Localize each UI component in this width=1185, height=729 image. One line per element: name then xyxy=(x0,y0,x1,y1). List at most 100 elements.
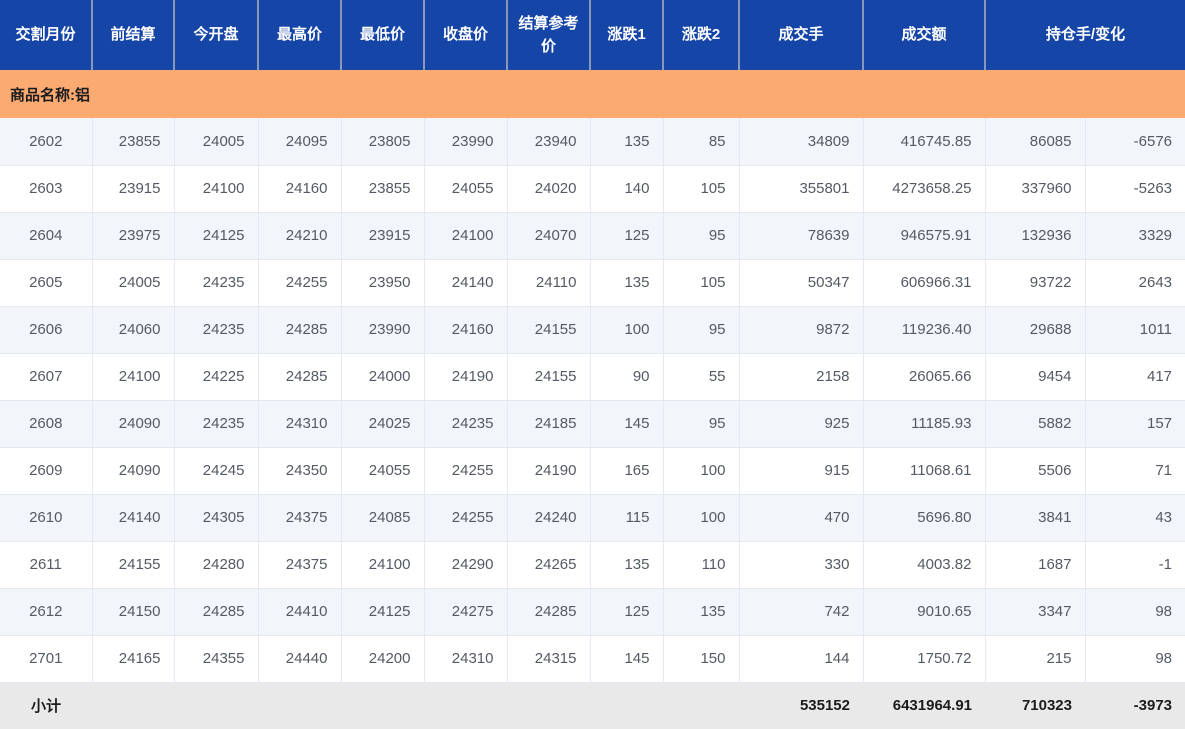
cell-high: 24310 xyxy=(258,400,342,448)
cell-settlement_ref: 23940 xyxy=(507,118,591,166)
column-header-turnover: 成交额 xyxy=(862,0,985,70)
cell-oi_change: 98 xyxy=(1085,635,1185,683)
commodity-group-row: 商品名称:铝 xyxy=(0,70,1185,118)
cell-turnover: 946575.91 xyxy=(863,212,986,260)
subtotal-open-interest: 710323 xyxy=(985,682,1085,729)
header-row: 交割月份 前结算 今开盘 最高价 最低价 收盘价 结算参考价 涨跌1 涨跌2 成… xyxy=(0,0,1185,70)
cell-empty xyxy=(92,682,174,729)
cell-change1: 140 xyxy=(590,165,664,213)
cell-change2: 135 xyxy=(663,588,740,636)
cell-open_interest: 5506 xyxy=(985,447,1086,495)
cell-high: 24375 xyxy=(258,541,342,589)
column-header-high: 最高价 xyxy=(257,0,341,70)
cell-low: 24025 xyxy=(341,400,425,448)
cell-change1: 135 xyxy=(590,259,664,307)
cell-open: 24235 xyxy=(174,400,259,448)
cell-turnover: 416745.85 xyxy=(863,118,986,166)
cell-settlement_ref: 24070 xyxy=(507,212,591,260)
cell-open_interest: 3347 xyxy=(985,588,1086,636)
cell-low: 24000 xyxy=(341,353,425,401)
cell-delivery_month: 2701 xyxy=(0,635,93,683)
column-header-change2: 涨跌2 xyxy=(662,0,739,70)
cell-close: 24255 xyxy=(424,494,508,542)
cell-change2: 85 xyxy=(663,118,740,166)
table-row: 2612 24150 24285 24410 24125 24275 24285 125 135… xyxy=(0,588,1185,636)
cell-open: 24235 xyxy=(174,306,259,354)
table-row: 2602 23855 24005 24095 23805 23990 23940 135 85 3… xyxy=(0,118,1185,166)
cell-change2: 100 xyxy=(663,494,740,542)
subtotal-oi-change: -3973 xyxy=(1085,682,1185,729)
cell-volume: 2158 xyxy=(739,353,864,401)
table-row: 2609 24090 24245 24350 24055 24255 24190 165 100… xyxy=(0,447,1185,495)
cell-delivery_month: 2605 xyxy=(0,259,93,307)
cell-change1: 165 xyxy=(590,447,664,495)
cell-oi_change: -5263 xyxy=(1085,165,1185,213)
cell-high: 24440 xyxy=(258,635,342,683)
cell-turnover: 11185.93 xyxy=(863,400,986,448)
cell-open: 24280 xyxy=(174,541,259,589)
cell-delivery_month: 2610 xyxy=(0,494,93,542)
cell-open_interest: 86085 xyxy=(985,118,1086,166)
cell-close: 24310 xyxy=(424,635,508,683)
column-header-settlement-ref: 结算参考价 xyxy=(506,0,590,70)
cell-oi_change: 3329 xyxy=(1085,212,1185,260)
cell-change1: 125 xyxy=(590,588,664,636)
cell-open: 24305 xyxy=(174,494,259,542)
cell-delivery_month: 2606 xyxy=(0,306,93,354)
cell-oi_change: 1011 xyxy=(1085,306,1185,354)
cell-low: 24125 xyxy=(341,588,425,636)
cell-oi_change: -6576 xyxy=(1085,118,1185,166)
cell-settlement_ref: 24020 xyxy=(507,165,591,213)
cell-change1: 145 xyxy=(590,635,664,683)
cell-prev_settlement: 24060 xyxy=(92,306,175,354)
cell-volume: 742 xyxy=(739,588,864,636)
cell-close: 24055 xyxy=(424,165,508,213)
cell-turnover: 4273658.25 xyxy=(863,165,986,213)
cell-empty xyxy=(590,682,663,729)
subtotal-row: 小计 535152 6431964.91 710323 -3973 xyxy=(0,682,1185,729)
cell-change2: 105 xyxy=(663,165,740,213)
cell-turnover: 4003.82 xyxy=(863,541,986,589)
cell-settlement_ref: 24155 xyxy=(507,306,591,354)
cell-change1: 100 xyxy=(590,306,664,354)
cell-prev_settlement: 24090 xyxy=(92,400,175,448)
cell-close: 24275 xyxy=(424,588,508,636)
cell-volume: 144 xyxy=(739,635,864,683)
cell-low: 24085 xyxy=(341,494,425,542)
cell-prev_settlement: 23975 xyxy=(92,212,175,260)
cell-delivery_month: 2603 xyxy=(0,165,93,213)
cell-prev_settlement: 24100 xyxy=(92,353,175,401)
cell-volume: 915 xyxy=(739,447,864,495)
cell-delivery_month: 2602 xyxy=(0,118,93,166)
cell-delivery_month: 2612 xyxy=(0,588,93,636)
cell-close: 24290 xyxy=(424,541,508,589)
cell-open: 24355 xyxy=(174,635,259,683)
cell-change2: 105 xyxy=(663,259,740,307)
cell-high: 24350 xyxy=(258,447,342,495)
column-header-change1: 涨跌1 xyxy=(589,0,663,70)
cell-prev_settlement: 24155 xyxy=(92,541,175,589)
cell-delivery_month: 2607 xyxy=(0,353,93,401)
cell-prev_settlement: 23915 xyxy=(92,165,175,213)
table-row: 2701 24165 24355 24440 24200 24310 24315 145 150… xyxy=(0,635,1185,683)
cell-open_interest: 93722 xyxy=(985,259,1086,307)
column-header-prev-settlement: 前结算 xyxy=(91,0,174,70)
cell-open: 24005 xyxy=(174,118,259,166)
cell-volume: 9872 xyxy=(739,306,864,354)
cell-change1: 135 xyxy=(590,541,664,589)
cell-change1: 125 xyxy=(590,212,664,260)
cell-prev_settlement: 24005 xyxy=(92,259,175,307)
cell-settlement_ref: 24185 xyxy=(507,400,591,448)
cell-high: 24285 xyxy=(258,353,342,401)
cell-turnover: 9010.65 xyxy=(863,588,986,636)
cell-close: 24190 xyxy=(424,353,508,401)
column-header-delivery-month: 交割月份 xyxy=(0,0,92,70)
cell-volume: 50347 xyxy=(739,259,864,307)
cell-low: 23805 xyxy=(341,118,425,166)
cell-settlement_ref: 24190 xyxy=(507,447,591,495)
cell-delivery_month: 2609 xyxy=(0,447,93,495)
cell-open_interest: 3841 xyxy=(985,494,1086,542)
cell-settlement_ref: 24110 xyxy=(507,259,591,307)
column-header-open: 今开盘 xyxy=(173,0,258,70)
cell-oi_change: 2643 xyxy=(1085,259,1185,307)
